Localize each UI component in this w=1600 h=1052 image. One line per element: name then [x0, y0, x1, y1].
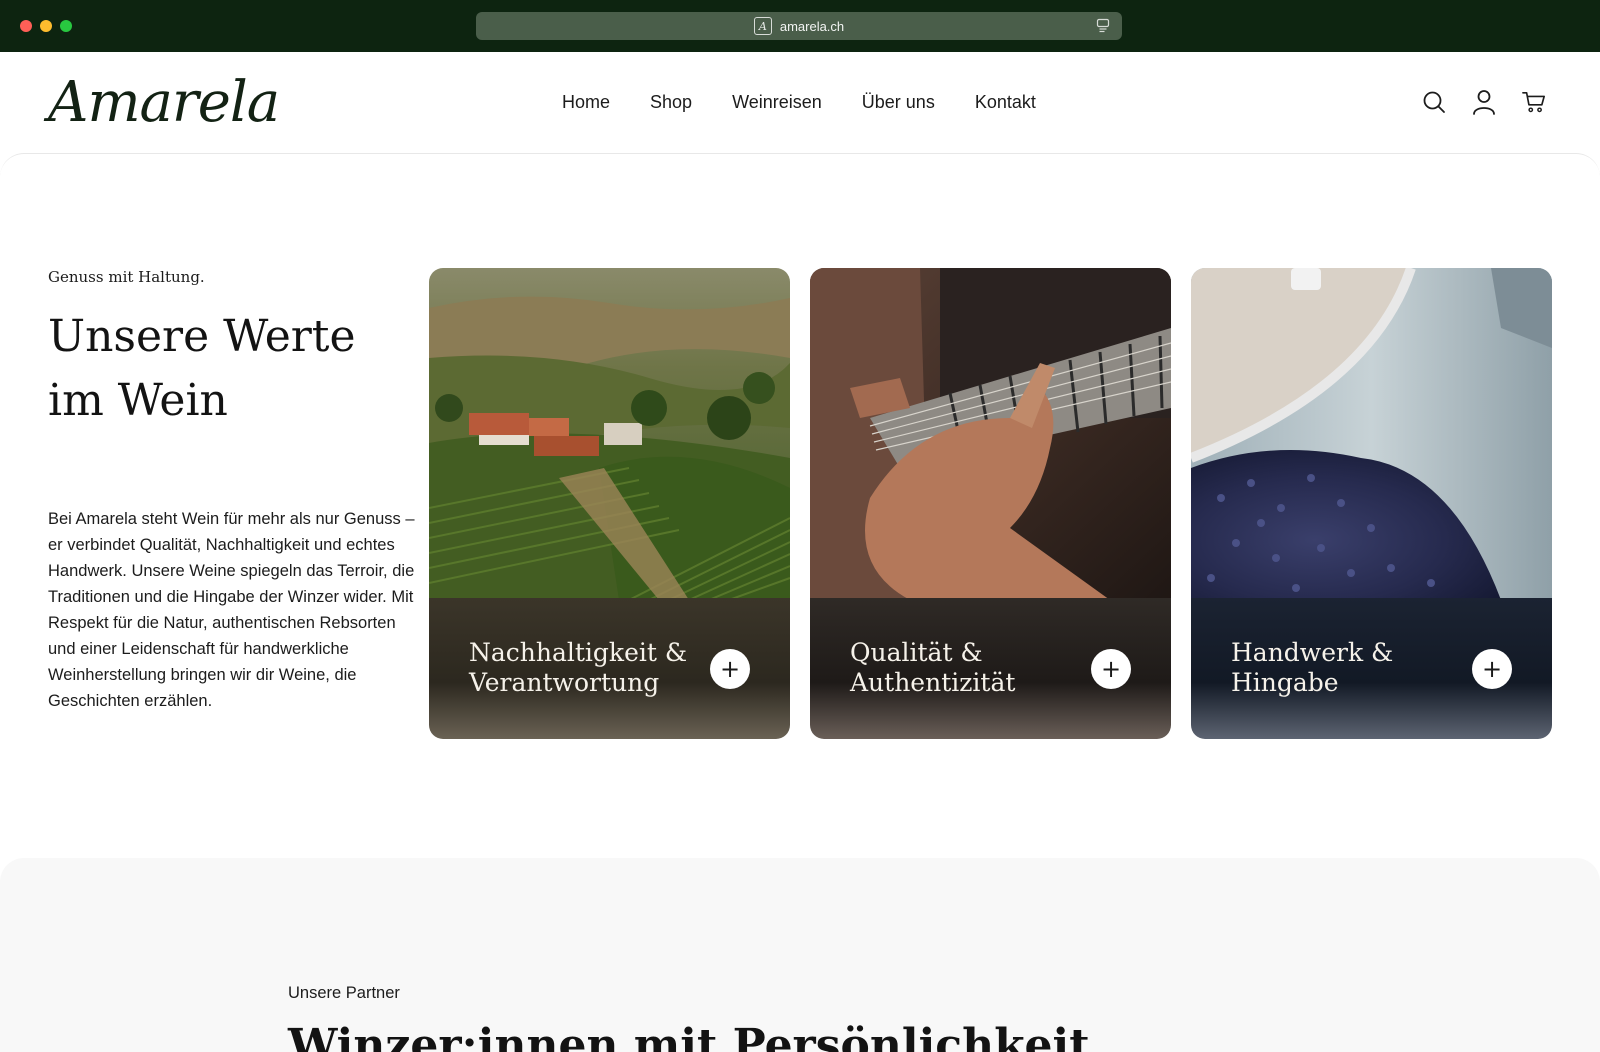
value-card-craft[interactable]: Handwerk & Hingabe +: [1191, 268, 1552, 739]
vineyard-aerial-image: [429, 268, 790, 600]
header-actions: [1422, 88, 1546, 116]
partner-eyebrow: Unsere Partner: [288, 984, 400, 1002]
nav-home[interactable]: Home: [562, 92, 610, 113]
cart-icon[interactable]: [1522, 88, 1546, 116]
nav-kontakt[interactable]: Kontakt: [975, 92, 1036, 113]
expand-plus-button[interactable]: +: [1091, 649, 1131, 689]
site-header: Amarela Home Shop Weinreisen Über uns Ko…: [0, 52, 1600, 154]
account-icon[interactable]: [1472, 88, 1496, 116]
nav-shop[interactable]: Shop: [650, 92, 692, 113]
search-icon[interactable]: [1422, 88, 1446, 116]
card-title: Nachhaltigkeit & Verantwortung: [469, 638, 688, 697]
url-text: amarela.ch: [779, 18, 845, 34]
minimize-window-button[interactable]: [40, 20, 52, 32]
value-card-sustainability[interactable]: Nachhaltigkeit & Verantwortung +: [429, 268, 790, 739]
close-window-button[interactable]: [20, 20, 32, 32]
card-title: Handwerk & Hingabe: [1231, 638, 1394, 697]
grapes-tank-image: [1191, 268, 1552, 600]
nav-ueber-uns[interactable]: Über uns: [862, 92, 935, 113]
address-bar[interactable]: A amarela.ch: [476, 12, 1122, 40]
partner-title: Winzer:innen mit Persönlichkeit: [288, 1020, 1090, 1052]
values-eyebrow: Genuss mit Haltung.: [48, 268, 205, 286]
partner-section: Unsere Partner Winzer:innen mit Persönli…: [0, 858, 1600, 1052]
expand-plus-button[interactable]: +: [710, 649, 750, 689]
card-title: Qualität & Authentizität: [850, 638, 1016, 697]
values-description: Bei Amarela steht Wein für mehr als nur …: [48, 510, 415, 710]
nav-weinreisen[interactable]: Weinreisen: [732, 92, 822, 113]
maximize-window-button[interactable]: [60, 20, 72, 32]
guitar-hands-image: [810, 268, 1171, 600]
values-title: Unsere Werte im Wein: [48, 311, 356, 426]
browser-chrome: A amarela.ch: [0, 0, 1600, 52]
site-logo[interactable]: Amarela: [48, 70, 280, 135]
value-card-quality[interactable]: Qualität & Authentizität +: [810, 268, 1171, 739]
expand-plus-button[interactable]: +: [1472, 649, 1512, 689]
reader-mode-icon[interactable]: [1096, 18, 1110, 34]
site-favicon-icon: A: [753, 17, 772, 35]
main-nav: Home Shop Weinreisen Über uns Kontakt: [562, 92, 1036, 113]
